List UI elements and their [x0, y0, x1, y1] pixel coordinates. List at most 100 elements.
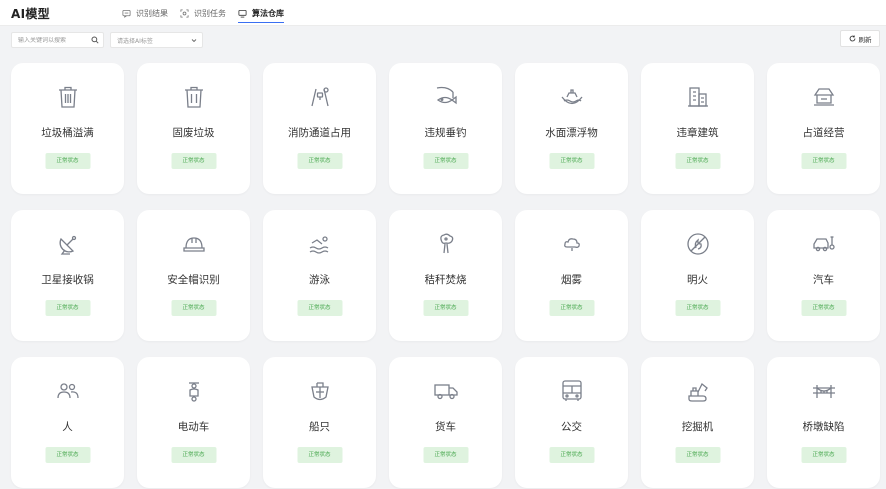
model-name: 货车: [435, 421, 456, 433]
status-badge: 正常状态: [423, 300, 468, 316]
model-name: 电动车: [177, 421, 210, 433]
straw-burning-icon: [439, 233, 453, 254]
no-fire-icon: [686, 233, 709, 255]
model-name: 人: [62, 421, 73, 433]
status-badge: 正常状态: [171, 153, 216, 169]
search-input[interactable]: [18, 36, 90, 44]
status-badge: 正常状态: [675, 447, 720, 463]
status-badge: 正常状态: [297, 153, 342, 169]
tab-label: 识别结果: [136, 8, 168, 18]
status-badge: 正常状态: [171, 447, 216, 463]
status-badge: 正常状态: [297, 447, 342, 463]
model-name: 公交: [561, 421, 582, 433]
message-icon: [122, 9, 131, 18]
model-card[interactable]: 汽车 正常状态: [767, 210, 880, 341]
model-name: 违规垂钓: [424, 127, 467, 139]
model-card[interactable]: 秸秆焚烧 正常状态: [389, 210, 502, 341]
model-name: 垃圾桶溢满: [41, 127, 94, 139]
model-card[interactable]: 消防通道占用 正常状态: [263, 63, 376, 194]
model-card[interactable]: 固废垃圾 正常状态: [137, 63, 250, 194]
model-card[interactable]: 垃圾桶溢满 正常状态: [11, 63, 124, 194]
select-placeholder: 请选择AI标签: [117, 37, 153, 45]
model-card[interactable]: 货车 正常状态: [389, 357, 502, 488]
model-name: 安全帽识别: [167, 274, 220, 286]
refresh-button[interactable]: 刷新: [840, 30, 880, 47]
swimming-icon: [309, 236, 328, 254]
tab-recognition-results[interactable]: 识别结果: [122, 0, 168, 26]
model-card[interactable]: 明火 正常状态: [641, 210, 754, 341]
fire-lane-icon: [310, 87, 329, 107]
model-card[interactable]: 公交 正常状态: [515, 357, 628, 488]
status-badge: 正常状态: [549, 153, 594, 169]
trash-bin-icon: [184, 86, 203, 108]
hard-hat-icon: [182, 237, 205, 252]
search-icon[interactable]: [91, 36, 99, 44]
model-card[interactable]: 电动车 正常状态: [137, 357, 250, 488]
fishing-icon: [436, 86, 457, 105]
model-name: 烟雾: [561, 274, 582, 286]
tab-label: 识别任务: [194, 8, 226, 18]
satellite-dish-icon: [59, 235, 76, 255]
model-card[interactable]: 违规垂钓 正常状态: [389, 63, 502, 194]
scan-icon: [180, 8, 189, 18]
filter-toolbar: 请选择AI标签: [0, 26, 886, 54]
status-badge: 正常状态: [423, 153, 468, 169]
chevron-down-icon: [191, 39, 197, 43]
app-title: AI模型: [11, 7, 50, 21]
status-badge: 正常状态: [801, 300, 846, 316]
street-stall-icon: [813, 88, 834, 106]
model-card[interactable]: 游泳 正常状态: [263, 210, 376, 341]
bridge-icon: [812, 385, 835, 398]
status-badge: 正常状态: [549, 300, 594, 316]
model-name: 占道经营: [802, 127, 845, 139]
model-card[interactable]: 违章建筑 正常状态: [641, 63, 754, 194]
model-card[interactable]: 人 正常状态: [11, 357, 124, 488]
trash-can-icon: [58, 86, 77, 108]
model-card[interactable]: 船只 正常状态: [263, 357, 376, 488]
status-badge: 正常状态: [801, 153, 846, 169]
model-card[interactable]: 桥墩缺陷 正常状态: [767, 357, 880, 488]
model-card[interactable]: 水面漂浮物 正常状态: [515, 63, 628, 194]
model-name: 违章建筑: [676, 127, 719, 139]
model-name: 消防通道占用: [288, 127, 351, 139]
people-icon: [56, 383, 79, 399]
truck-icon: [433, 384, 458, 400]
smoke-icon: [563, 238, 580, 251]
tab-algorithm-repository[interactable]: 算法仓库: [238, 0, 284, 26]
top-header: AI模型 识别结果 识别任务 算法仓库: [0, 0, 886, 26]
tab-recognition-tasks[interactable]: 识别任务: [180, 0, 226, 26]
status-badge: 正常状态: [549, 447, 594, 463]
status-badge: 正常状态: [45, 447, 90, 463]
tab-label: 算法仓库: [252, 8, 284, 18]
status-badge: 正常状态: [45, 153, 90, 169]
building-icon: [687, 87, 708, 107]
model-name: 桥墩缺陷: [802, 421, 845, 433]
status-badge: 正常状态: [297, 300, 342, 316]
model-name: 固废垃圾: [172, 127, 215, 139]
excavator-icon: [687, 382, 708, 402]
refresh-label: 刷新: [858, 35, 872, 44]
e-scooter-icon: [188, 382, 199, 402]
ai-tag-select[interactable]: 请选择AI标签: [110, 32, 203, 48]
ship-icon: [310, 382, 329, 401]
status-badge: 正常状态: [801, 447, 846, 463]
model-name: 汽车: [813, 274, 834, 286]
monitor-icon: [238, 9, 247, 18]
model-card[interactable]: 挖掘机 正常状态: [641, 357, 754, 488]
model-name: 游泳: [309, 274, 330, 286]
floating-object-icon: [560, 89, 583, 105]
model-name: 挖掘机: [681, 421, 714, 433]
refresh-icon: [849, 35, 855, 42]
model-name: 水面漂浮物: [545, 127, 598, 139]
model-card[interactable]: 卫星接收锅 正常状态: [11, 210, 124, 341]
model-name: 船只: [309, 421, 330, 433]
model-card[interactable]: 安全帽识别 正常状态: [137, 210, 250, 341]
status-badge: 正常状态: [675, 300, 720, 316]
status-badge: 正常状态: [171, 300, 216, 316]
search-box: [11, 32, 104, 48]
status-badge: 正常状态: [675, 153, 720, 169]
status-badge: 正常状态: [45, 300, 90, 316]
model-card[interactable]: 烟雾 正常状态: [515, 210, 628, 341]
model-name: 秸秆焚烧: [424, 274, 467, 286]
model-card[interactable]: 占道经营 正常状态: [767, 63, 880, 194]
